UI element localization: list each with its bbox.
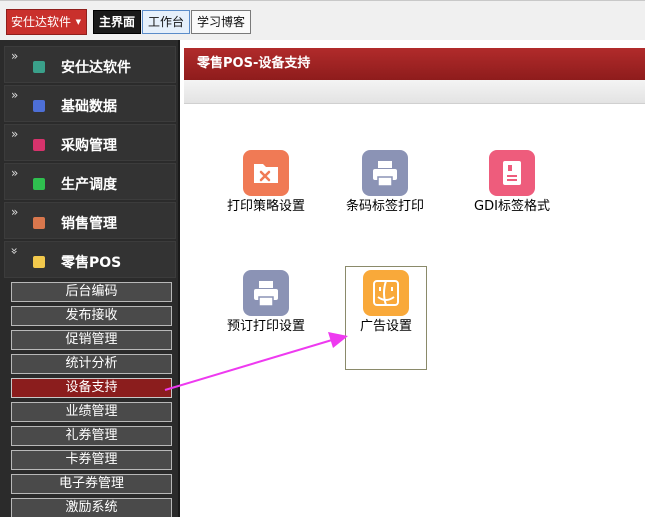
sidebar-section-label: 零售POS (61, 255, 122, 271)
sidebar-section-software[interactable]: » 安仕达软件 (4, 46, 176, 83)
chevron-right-icon: » (11, 88, 19, 102)
chevron-down-icon: » (7, 247, 22, 255)
purchase-icon (33, 139, 45, 151)
item-label: 打印策略设置 (226, 199, 305, 214)
app-menu-label: 安仕达软件 (11, 15, 72, 29)
advertisement-settings-item[interactable]: 广告设置 (341, 270, 431, 350)
sales-icon (33, 217, 45, 229)
sidebar-section-sales[interactable]: » 销售管理 (4, 202, 176, 239)
print-strategy-settings-item[interactable]: 打印策略设置 (221, 150, 311, 230)
sidebar-section-label: 销售管理 (61, 216, 117, 232)
sidebar-item-performance[interactable]: 业绩管理 (11, 402, 172, 422)
reservation-print-settings-item[interactable]: 预订打印设置 (221, 270, 311, 350)
gdi-label-format-item[interactable]: GDI标签格式 (467, 150, 557, 230)
pos-icon (33, 256, 45, 268)
sidebar-section-purchase[interactable]: » 采购管理 (4, 124, 176, 161)
sidebar-item-statistics[interactable]: 统计分析 (11, 354, 172, 374)
dropdown-arrow-icon: ▼ (75, 18, 81, 26)
sidebar-item-publish-receive[interactable]: 发布接收 (11, 306, 172, 326)
sidebar-section-production[interactable]: » 生产调度 (4, 163, 176, 200)
chevron-right-icon: » (11, 166, 19, 180)
sidebar-section-label: 生产调度 (61, 177, 117, 193)
production-icon (33, 178, 45, 190)
sidebar-item-gift-voucher[interactable]: 礼券管理 (11, 426, 172, 446)
sidebar-item-promotion[interactable]: 促销管理 (11, 330, 172, 350)
barcode-label-print-item[interactable]: 条码标签打印 (340, 150, 430, 230)
sidebar-item-e-voucher[interactable]: 电子券管理 (11, 474, 172, 494)
tab-workbench[interactable]: 工作台 (142, 10, 191, 34)
app-icon (33, 61, 45, 73)
chevron-right-icon: » (11, 205, 19, 219)
sidebar-item-incentive[interactable]: 激励系统 (11, 498, 172, 517)
chevron-right-icon: » (11, 127, 19, 141)
data-icon (33, 100, 45, 112)
item-label: GDI标签格式 (474, 199, 550, 214)
top-toolbar: 安仕达软件 ▼ 主界面 工作台 学习博客 (0, 0, 645, 40)
printer-icon (362, 150, 408, 196)
app-window: 安仕达软件 ▼ 主界面 工作台 学习博客 » 安仕达软件 » 基础数据 » 采购… (0, 0, 645, 517)
item-label: 条码标签打印 (345, 199, 424, 214)
page-title: 零售POS-设备支持 (184, 48, 645, 80)
tab-study-blog[interactable]: 学习博客 (191, 10, 252, 34)
folder-tools-icon (243, 150, 289, 196)
item-label: 预订打印设置 (226, 319, 305, 334)
item-label: 广告设置 (359, 319, 412, 334)
sidebar-item-card-voucher[interactable]: 卡券管理 (11, 450, 172, 470)
sidebar-item-device-support[interactable]: 设备支持 (11, 378, 172, 398)
sidebar-section-retail-pos[interactable]: » 零售POS (4, 241, 176, 278)
chevron-right-icon: » (11, 49, 19, 63)
label-doc-icon (489, 150, 535, 196)
app-menu-button[interactable]: 安仕达软件 ▼ (6, 9, 87, 35)
sidebar: » 安仕达软件 » 基础数据 » 采购管理 » 生产调度 » 销售管理 » 零售… (0, 40, 180, 517)
sidebar-section-basic-data[interactable]: » 基础数据 (4, 85, 176, 122)
main-tabs: 主界面 工作台 学习博客 (93, 10, 252, 34)
sidebar-item-backend-coding[interactable]: 后台编码 (11, 282, 172, 302)
sidebar-section-label: 基础数据 (61, 99, 117, 115)
sidebar-section-label: 采购管理 (61, 138, 117, 154)
header-toolbar-strip (184, 80, 645, 104)
printer-icon (243, 270, 289, 316)
tab-main[interactable]: 主界面 (93, 10, 142, 34)
finder-face-icon (363, 270, 409, 316)
sidebar-section-label: 安仕达软件 (61, 60, 131, 76)
